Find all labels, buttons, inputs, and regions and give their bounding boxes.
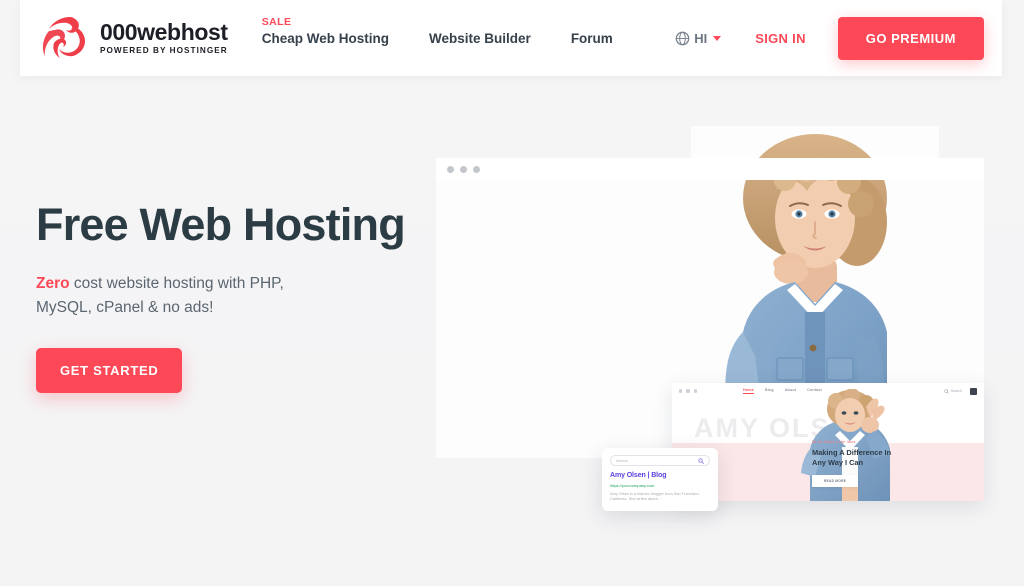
nav-item-forum[interactable]: Forum [571,31,613,46]
inner-nav-item-home[interactable]: Home [743,388,754,394]
site-header: 000webhost POWERED BY HOSTINGER SALE Che… [20,0,1002,76]
search-result-title[interactable]: Amy Olsen | Blog [610,472,710,479]
window-dot-maximize-icon [693,389,698,393]
go-premium-button[interactable]: GO PREMIUM [837,16,984,60]
browser-title-bar [436,158,984,180]
window-dot-minimize-icon [460,165,467,173]
sale-badge: SALE [261,15,292,28]
nav-item-cheap-web-hosting[interactable]: SALE Cheap Web Hosting [261,16,390,46]
magnifier-icon [943,388,949,394]
window-dot-close-icon [679,389,683,393]
magnifier-icon [698,457,704,464]
promo-read-more-button[interactable]: READ MORE [812,475,859,487]
page-root: 000webhost POWERED BY HOSTINGER SALE Che… [0,0,1024,586]
nav-label: Cheap Web Hosting [261,30,390,46]
inner-browser-window: AMY OLSEN Home Blog About Contact Search… [672,383,984,501]
inner-search-label: Search [950,389,962,393]
search-input-value: fashion [616,458,629,463]
hero-subtitle-highlight: Zero [36,274,70,292]
search-result-url: https://yourcompany.com [610,482,655,488]
globe-icon [675,31,690,45]
inner-search-button[interactable]: Search [943,388,962,394]
browser-mockup: AMY OLSEN Home Blog About Contact Search… [436,126,984,511]
chevron-down-icon [713,35,722,41]
promo-eyebrow: Be an Olsen | she likes [812,440,856,445]
hero-subtitle: Zero cost website hosting with PHP, MySQ… [36,272,296,320]
inner-nav-item-blog[interactable]: Blog [765,388,774,394]
search-result-card: fashion Amy Olsen | Blog https://yourcom… [602,448,718,511]
menu-icon[interactable] [970,387,977,395]
search-result-description: Amy Olsen is a fashion blogger from San … [610,490,700,502]
hero-subtitle-rest: cost website hosting with PHP, MySQL, cP… [36,274,284,316]
logo-subtitle: POWERED BY HOSTINGER [100,45,228,55]
hero-section: Free Web Hosting Zero cost website hosti… [36,200,406,393]
nav-item-website-builder[interactable]: Website Builder [429,31,531,46]
flame-swirl-logo-icon [42,17,85,58]
page-title: Free Web Hosting [36,199,406,250]
header-actions: HI SIGN IN GO PREMIUM [675,16,984,60]
get-started-button[interactable]: GET STARTED [36,347,183,393]
language-selector[interactable]: HI [675,30,722,46]
window-dot-maximize-icon [473,165,480,173]
logo-wordmark: 000webhost POWERED BY HOSTINGER [100,18,228,55]
main-nav: SALE Cheap Web Hosting Website Builder F… [261,16,653,46]
sign-in-link[interactable]: SIGN IN [755,31,806,46]
brand-logo[interactable]: 000webhost POWERED BY HOSTINGER [40,15,228,61]
search-input[interactable]: fashion [610,455,710,466]
inner-nav-actions: Search [943,387,977,395]
language-label: HI [694,30,708,46]
promo-title: Making A Difference In Any Way I Can [812,448,892,468]
window-dot-minimize-icon [686,389,690,393]
logo-title: 000webhost [100,18,228,45]
promo-text-block: Be an Olsen | she likes Making A Differe… [812,440,902,487]
window-dot-close-icon [447,165,454,173]
